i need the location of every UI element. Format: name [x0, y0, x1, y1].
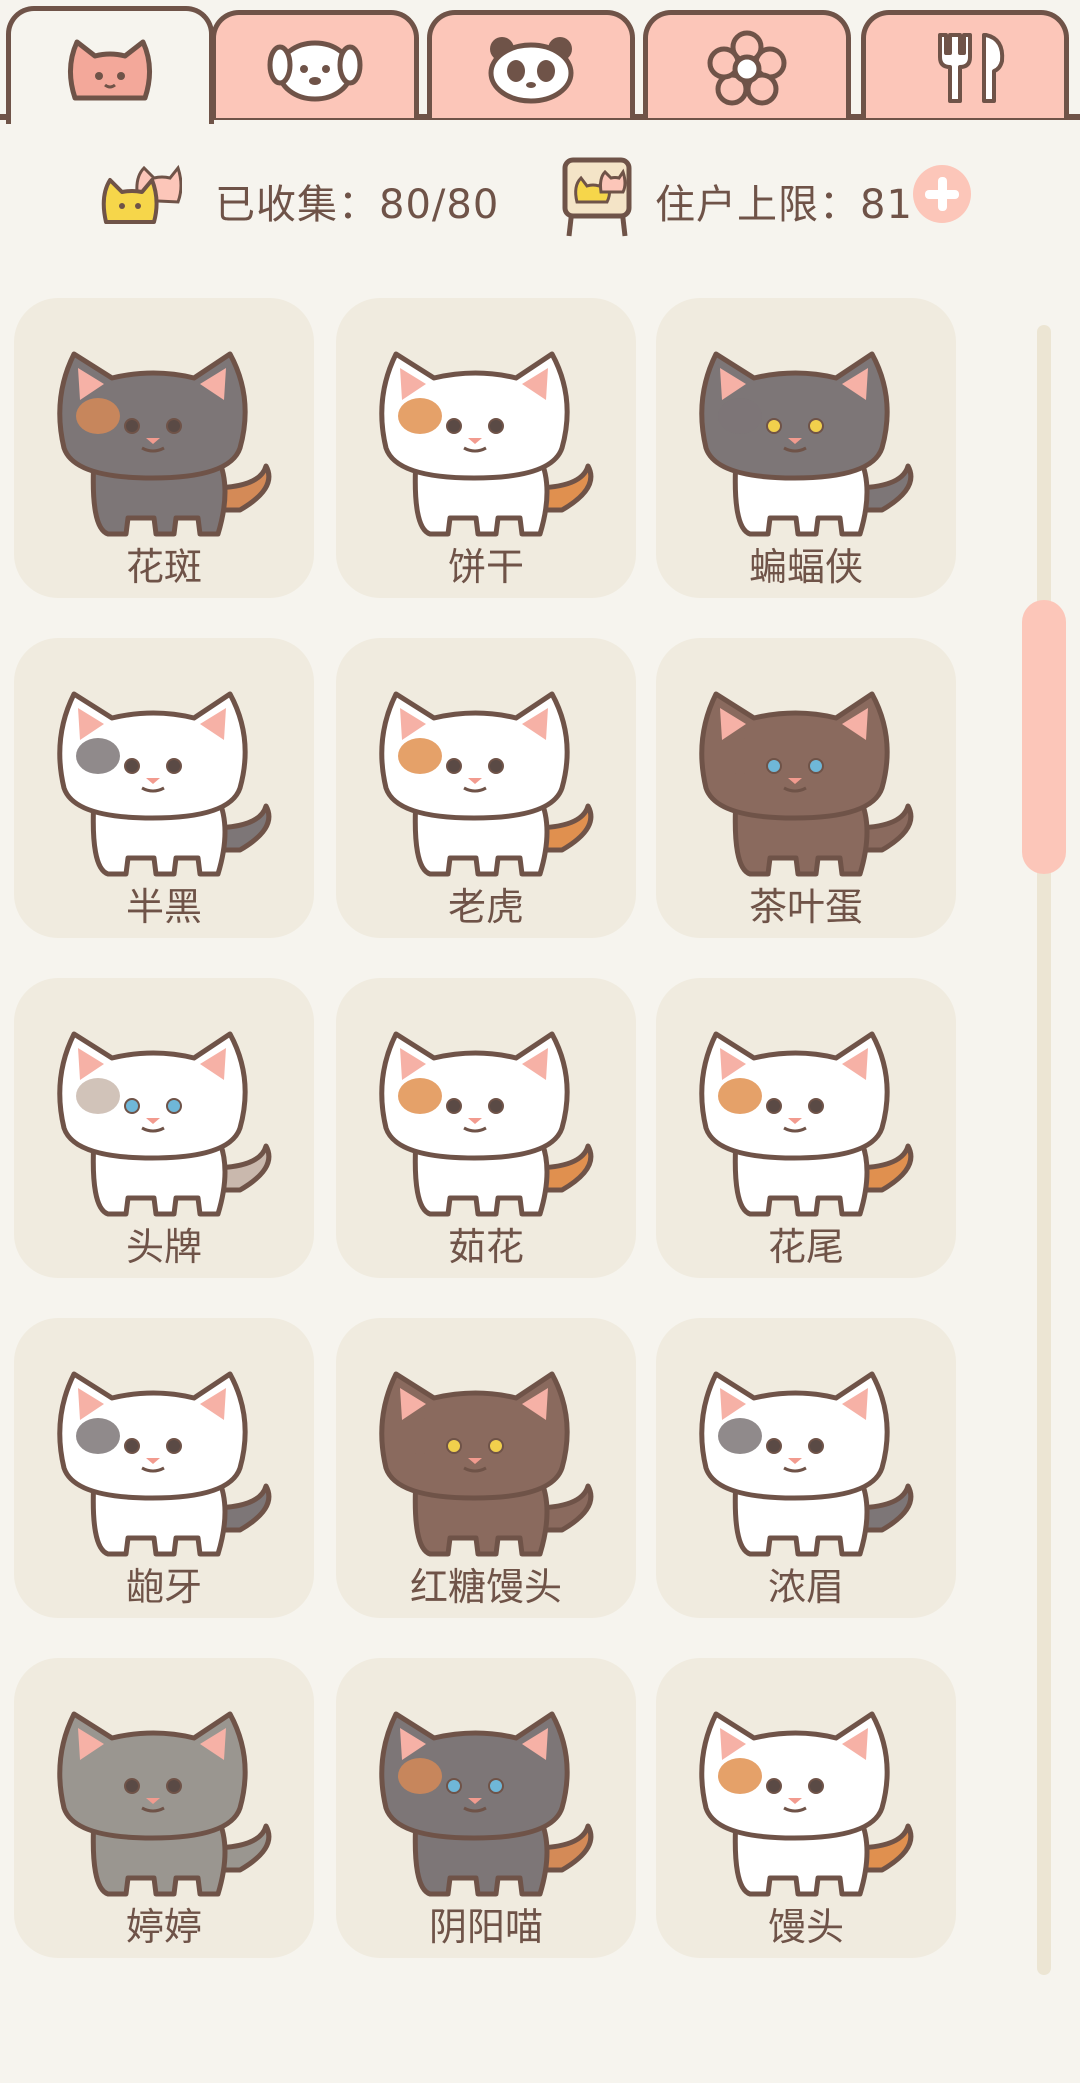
cat-name: 红糖馒头: [409, 1565, 562, 1609]
increase-limit-button[interactable]: [913, 165, 971, 223]
resident-limit: 住户上限：81: [655, 182, 913, 228]
cat-icon: [379, 1031, 594, 1217]
cat-name: 头牌: [125, 1225, 202, 1269]
scrollbar-track[interactable]: [1037, 325, 1051, 1975]
cat-name: 半黑: [125, 885, 202, 929]
flower-icon: [707, 30, 787, 105]
collected-count: 已收集：80/80: [215, 182, 500, 228]
fork-spoon-icon: [938, 32, 1005, 103]
resident-board-icon: [562, 157, 632, 237]
cat-card[interactable]: 龅牙: [14, 1318, 314, 1618]
cat-icon: [699, 351, 914, 537]
cat-card[interactable]: 浓眉: [656, 1318, 956, 1618]
cat-icon: [57, 1031, 272, 1217]
cat-name: 老虎: [447, 885, 524, 929]
cat-icon: [379, 1711, 594, 1897]
cat-name: 蝙蝠侠: [748, 545, 863, 589]
cat-card[interactable]: 花斑: [14, 298, 314, 598]
cat-icon: [699, 1371, 914, 1557]
cat-icon: [57, 1371, 272, 1557]
tab-flowers[interactable]: [643, 10, 851, 118]
tab-food[interactable]: [861, 10, 1069, 118]
cat-card[interactable]: 红糖馒头: [336, 1318, 636, 1618]
cat-card[interactable]: 饼干: [336, 298, 636, 598]
tab-dogs[interactable]: [211, 10, 419, 118]
cat-name: 茹花: [447, 1225, 524, 1269]
cat-collection-screen: 已收集：80/80 住户上限：81 花斑 饼干 蝙蝠侠半黑 老虎 茶叶蛋头牌 茹花 花尾龅牙…: [0, 0, 1080, 2083]
cat-name: 饼干: [447, 545, 524, 589]
cat-name: 馒头: [767, 1905, 844, 1949]
cat-icon: [379, 351, 594, 537]
cat-card[interactable]: 阴阳喵: [336, 1658, 636, 1958]
cat-name: 龅牙: [125, 1565, 202, 1609]
cat-card[interactable]: 馒头: [656, 1658, 956, 1958]
cat-name: 茶叶蛋: [748, 885, 863, 929]
cat-card[interactable]: 头牌: [14, 978, 314, 1278]
cat-icon: [699, 691, 914, 877]
cat-name: 婷婷: [125, 1905, 202, 1949]
cat-card[interactable]: 花尾: [656, 978, 956, 1278]
tab-cats[interactable]: [6, 6, 214, 124]
cat-card[interactable]: 茹花: [336, 978, 636, 1278]
cat-icon: [699, 1711, 914, 1897]
cat-icon: [379, 1371, 594, 1557]
cat-card[interactable]: 茶叶蛋: [656, 638, 956, 938]
cat-name: 花斑: [125, 545, 202, 589]
cat-name: 浓眉: [767, 1565, 844, 1609]
cat-icon: [57, 1711, 272, 1897]
cat-card[interactable]: 半黑: [14, 638, 314, 938]
cat-name: 阴阳喵: [428, 1905, 543, 1949]
cat-card[interactable]: 婷婷: [14, 1658, 314, 1958]
panda-face-icon: [488, 36, 574, 103]
scrollbar-thumb[interactable]: [1022, 600, 1066, 874]
dog-face-icon: [267, 40, 363, 101]
cat-icon: [57, 691, 272, 877]
category-tab-bar: [0, 0, 1080, 124]
cat-name: 花尾: [767, 1225, 844, 1269]
cat-icon: [699, 1031, 914, 1217]
cats-collected-icon: [101, 164, 182, 224]
tab-pandas[interactable]: [427, 10, 635, 118]
cat-icon: [57, 351, 272, 537]
cat-card[interactable]: 蝙蝠侠: [656, 298, 956, 598]
cat-face-icon: [68, 39, 152, 100]
cat-card[interactable]: 老虎: [336, 638, 636, 938]
cat-icon: [379, 691, 594, 877]
